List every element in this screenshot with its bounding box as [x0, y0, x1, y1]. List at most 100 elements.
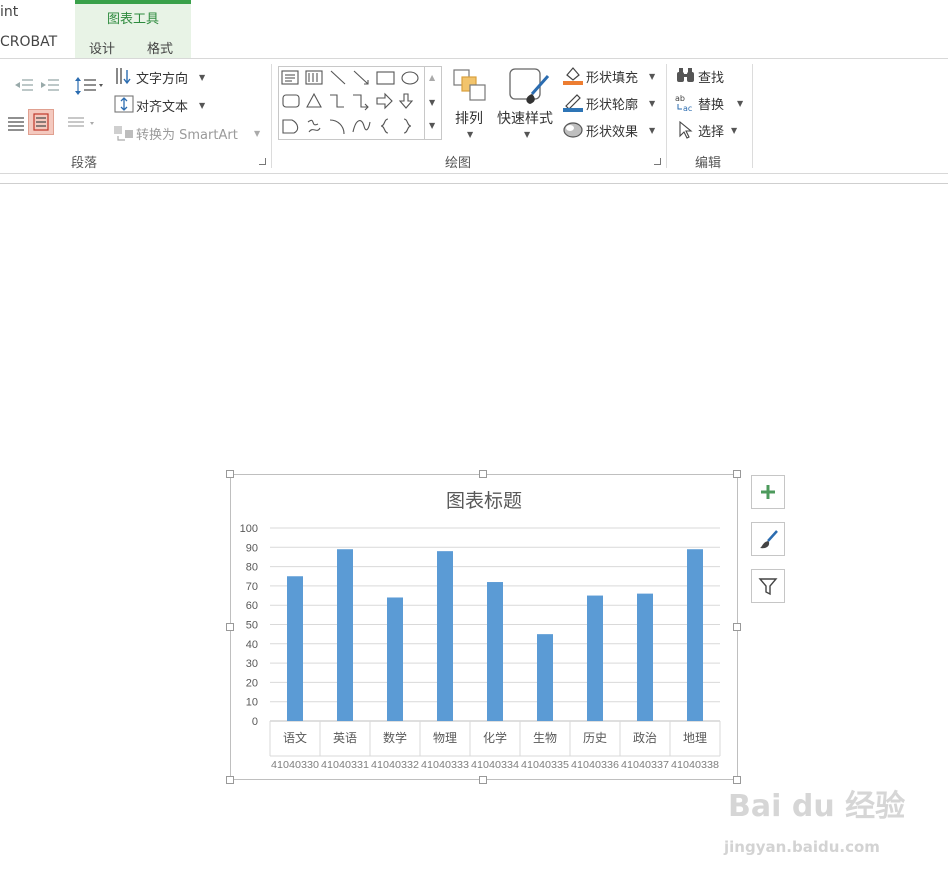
ribbon-separator — [752, 64, 753, 168]
replace-caret[interactable]: ▼ — [737, 99, 743, 108]
arrange-caret[interactable]: ▼ — [467, 130, 473, 139]
x-category-label: 语文 — [283, 730, 307, 745]
quick-styles-caret[interactable]: ▼ — [524, 130, 530, 139]
tab-format[interactable]: 格式 — [147, 38, 173, 57]
x-subcategory-label: 41040335 — [521, 759, 569, 771]
shapes-gallery-icons — [281, 70, 419, 135]
y-tick-label: 30 — [246, 658, 258, 670]
smartart-icon — [114, 126, 133, 141]
arrange-button[interactable]: 排列 — [455, 108, 483, 128]
binoculars-icon — [677, 68, 694, 82]
quick-styles-button[interactable]: 快速样式 — [497, 108, 553, 128]
baidu-watermark: Bai du 经验 — [728, 782, 938, 824]
x-category-label: 化学 — [483, 730, 507, 745]
select-button[interactable]: 选择 — [698, 121, 724, 140]
y-tick-label: 20 — [246, 677, 258, 689]
ribbon-separator — [666, 64, 667, 168]
line-spacing-icon[interactable] — [74, 75, 104, 97]
x-category-label: 政治 — [633, 731, 657, 745]
increase-indent-icon[interactable] — [40, 77, 60, 93]
arrange-icon — [453, 69, 486, 101]
shape-fill-button[interactable]: 形状填充 — [586, 67, 638, 86]
shape-effects-caret[interactable]: ▼ — [649, 126, 655, 135]
justify-icon[interactable] — [6, 114, 26, 132]
shape-effects-icon — [563, 122, 583, 138]
text-direction-icon — [116, 68, 131, 85]
y-tick-label: 40 — [246, 639, 258, 651]
x-category-label: 英语 — [333, 731, 357, 745]
filter-icon — [758, 578, 778, 596]
paragraph-dialog-launcher[interactable] — [259, 158, 266, 165]
x-subcategory-label: 41040330 — [271, 759, 319, 771]
distributed-align-button[interactable] — [28, 109, 54, 135]
align-text-button[interactable]: 对齐文本 — [136, 96, 188, 115]
align-text-caret[interactable]: ▼ — [199, 101, 205, 110]
x-subcategory-label: 41040332 — [371, 759, 419, 771]
y-tick-label: 100 — [240, 523, 258, 535]
bar — [387, 597, 403, 721]
svg-text:ac: ac — [683, 104, 692, 113]
svg-text:ab: ab — [675, 94, 685, 103]
drawing-dialog-launcher[interactable] — [654, 158, 661, 165]
replace-button[interactable]: 替换 — [698, 94, 724, 113]
tab-design[interactable]: 设计 — [89, 38, 115, 57]
shape-outline-button[interactable]: 形状轮廓 — [586, 94, 638, 113]
x-subcategory-label: 41040336 — [571, 759, 619, 771]
app-title: int — [0, 4, 19, 20]
x-category-label: 生物 — [533, 731, 557, 745]
convert-smartart-button[interactable]: 转换为 SmartArt — [136, 124, 238, 143]
decrease-indent-icon[interactable] — [14, 77, 34, 93]
x-subcategory-label: 41040331 — [321, 759, 369, 771]
ribbon-separator — [271, 64, 272, 168]
find-button[interactable]: 查找 — [698, 67, 724, 86]
gallery-scroll-down[interactable]: ▼ — [424, 91, 440, 115]
shape-outline-caret[interactable]: ▼ — [649, 99, 655, 108]
chart-filters-button[interactable] — [751, 569, 785, 603]
x-category-label: 数学 — [383, 730, 407, 745]
bar — [337, 549, 353, 721]
x-subcategory-label: 41040334 — [471, 759, 519, 771]
gallery-more[interactable]: ▼ — [424, 115, 440, 139]
brush-icon — [760, 530, 778, 549]
paragraph-group-label: 段落 — [71, 156, 98, 171]
gallery-scroll-up[interactable]: ▲ — [424, 67, 440, 91]
x-subcategory-label: 41040333 — [421, 759, 469, 771]
ruler-line — [0, 183, 948, 184]
bar — [587, 595, 603, 721]
x-category-label: 地理 — [683, 731, 707, 745]
y-tick-label: 90 — [246, 542, 258, 554]
x-subcategory-label: 41040337 — [621, 759, 669, 771]
chart-styles-button[interactable] — [751, 522, 785, 556]
bar — [287, 576, 303, 721]
chart-tools-title: 图表工具 — [106, 12, 159, 27]
bar — [637, 593, 653, 721]
shape-fill-icon — [563, 67, 583, 85]
select-caret[interactable]: ▼ — [731, 126, 737, 135]
shape-fill-caret[interactable]: ▼ — [649, 72, 655, 81]
y-tick-label: 10 — [246, 697, 258, 709]
column-chart[interactable]: 0 10 20 30 40 50 60 70 80 90 100 语文 41040330 英语 410403… — [230, 474, 738, 780]
y-tick-label: 50 — [246, 620, 258, 632]
y-tick-label: 0 — [252, 716, 258, 728]
convert-smartart-caret[interactable]: ▼ — [254, 129, 260, 138]
bar — [487, 582, 503, 721]
paw-logo: Bai du 经验 — [728, 789, 905, 824]
chart-tools-context-group: 图表工具 设计 格式 — [75, 0, 191, 58]
text-direction-button[interactable]: 文字方向 — [136, 68, 188, 87]
chart-elements-button[interactable] — [751, 475, 785, 509]
quick-styles-icon — [509, 68, 550, 104]
ribbon-tab-strip: int CROBAT 图表工具 设计 格式 — [0, 0, 948, 58]
columns-icon[interactable] — [66, 114, 98, 132]
y-tick-label: 60 — [246, 600, 258, 612]
y-tick-label: 80 — [246, 562, 258, 574]
x-category-label: 历史 — [583, 731, 607, 745]
drawing-group-label: 绘图 — [445, 156, 472, 171]
watermark-brand: Bai du 经验 — [728, 789, 905, 824]
bar — [537, 634, 553, 721]
tab-acrobat[interactable]: CROBAT — [0, 34, 57, 50]
shape-effects-button[interactable]: 形状效果 — [586, 121, 638, 140]
y-tick-label: 70 — [246, 581, 258, 593]
text-direction-caret[interactable]: ▼ — [199, 73, 205, 82]
bar — [437, 551, 453, 721]
editing-group-label: 编辑 — [695, 156, 722, 171]
